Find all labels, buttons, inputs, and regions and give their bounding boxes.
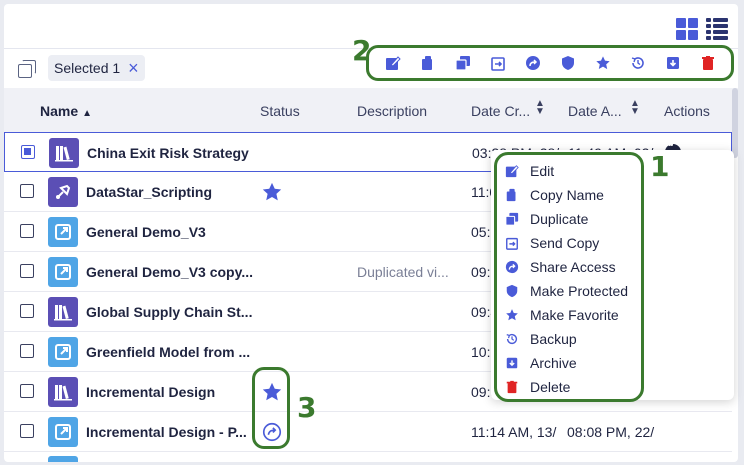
backup-icon [504, 331, 520, 347]
row-checkbox[interactable] [20, 384, 34, 398]
edit-icon[interactable] [384, 54, 402, 72]
shield-icon [504, 283, 520, 299]
library-icon [48, 377, 78, 407]
chip-close-icon[interactable]: × [128, 59, 139, 77]
row-name[interactable]: DataStar_Scripting [86, 184, 212, 200]
duplicate-icon[interactable] [454, 54, 472, 72]
archive-icon [504, 355, 520, 371]
list-view-icon[interactable] [706, 18, 728, 40]
view-toggle [676, 18, 728, 40]
row-checkbox[interactable] [21, 145, 35, 159]
callout-number: 1 [650, 150, 670, 183]
share-icon[interactable] [524, 54, 542, 72]
sort-both-icon[interactable]: ▲ ▼ [535, 99, 545, 117]
row-checkbox[interactable] [20, 344, 34, 358]
external-link-icon [48, 217, 78, 247]
external-link-icon [48, 337, 78, 367]
external-link-icon [48, 257, 78, 287]
delete-icon [504, 379, 520, 395]
menu-item-make-favorite[interactable]: Make Favorite [504, 303, 619, 327]
menu-item-label: Share Access [530, 259, 616, 275]
menu-item-label: Backup [530, 331, 577, 347]
menu-item-make-protected[interactable]: Make Protected [504, 279, 628, 303]
annotation-frame [252, 367, 290, 449]
row-name[interactable]: General Demo_V3 [86, 224, 206, 240]
column-header-date-accessed[interactable]: Date A... [568, 103, 622, 119]
menu-item-label: Copy Name [530, 187, 604, 203]
rocket-icon [48, 177, 78, 207]
table-row[interactable]: Incremental Design - P... 11:14 AM, 13/ … [4, 412, 732, 452]
callout-number: 2 [352, 34, 372, 67]
row-name[interactable]: Global Supply Chain St... [86, 304, 252, 320]
row-checkbox[interactable] [20, 264, 34, 278]
library-icon [49, 138, 79, 168]
column-header-date-created[interactable]: Date Cr... [471, 103, 530, 119]
row-name[interactable]: Greenfield Model from ... [86, 344, 250, 360]
row-name[interactable]: Incremental Design [86, 384, 215, 400]
menu-item-label: Duplicate [530, 211, 589, 227]
selected-chip: Selected 1 × [48, 55, 145, 81]
menu-item-label: Edit [530, 163, 555, 179]
copy-icon[interactable] [419, 54, 437, 72]
row-checkbox[interactable] [20, 184, 34, 198]
row-name[interactable]: General Demo_V3 copy... [86, 264, 253, 280]
share-icon [504, 259, 520, 275]
duplicate-icon [504, 211, 520, 227]
column-header-description[interactable]: Description [357, 103, 427, 119]
grid-view-icon[interactable] [676, 18, 698, 40]
vertical-scrollbar[interactable] [732, 88, 738, 158]
row-checkbox[interactable] [20, 424, 34, 438]
copy-icon [504, 187, 520, 203]
menu-item-duplicate[interactable]: Duplicate [504, 207, 588, 231]
row-date-created: 11:14 AM, 13/ [471, 424, 557, 440]
selected-chip-label: Selected 1 [54, 60, 121, 76]
row-checkbox[interactable] [20, 304, 34, 318]
edit-icon [504, 163, 520, 179]
sort-asc-icon: ▲ [82, 108, 93, 119]
library-icon [48, 297, 78, 327]
partial-row-icon [48, 456, 78, 462]
table-header: Name ▲ Status Description Date Cr... ▲ ▼ D… [4, 88, 738, 136]
menu-item-edit[interactable]: Edit [504, 159, 554, 183]
send-copy-icon[interactable] [489, 54, 507, 72]
favorite-star-icon[interactable] [261, 181, 283, 206]
menu-item-label: Delete [530, 379, 571, 395]
sort-both-icon[interactable]: ▲ ▼ [630, 99, 640, 117]
column-header-name[interactable]: Name ▲ [40, 103, 92, 119]
menu-item-share-access[interactable]: Share Access [504, 255, 616, 279]
star-icon [504, 307, 520, 323]
menu-item-backup[interactable]: Backup [504, 327, 577, 351]
menu-item-delete[interactable]: Delete [504, 375, 570, 399]
external-link-icon [48, 417, 78, 447]
row-checkbox[interactable] [20, 224, 34, 238]
menu-item-copy-name[interactable]: Copy Name [504, 183, 604, 207]
menu-item-send-copy[interactable]: Send Copy [504, 231, 599, 255]
shield-icon[interactable] [559, 54, 577, 72]
menu-item-label: Send Copy [530, 235, 600, 251]
menu-item-label: Archive [530, 355, 577, 371]
callout-number: 3 [297, 391, 317, 424]
row-name[interactable]: Incremental Design - P... [86, 424, 247, 440]
bulk-actions-toolbar [366, 45, 734, 81]
row-description: Duplicated vi... [357, 264, 449, 280]
star-icon[interactable] [594, 54, 612, 72]
menu-item-label: Make Protected [530, 283, 629, 299]
archive-icon[interactable] [664, 54, 682, 72]
select-all-icon[interactable] [18, 60, 36, 78]
column-header-actions: Actions [664, 103, 710, 119]
row-name[interactable]: China Exit Risk Strategy [87, 145, 249, 161]
send-copy-icon [504, 235, 520, 251]
menu-item-archive[interactable]: Archive [504, 351, 577, 375]
menu-item-label: Make Favorite [530, 307, 619, 323]
backup-icon[interactable] [629, 54, 647, 72]
column-header-status[interactable]: Status [260, 103, 300, 119]
delete-icon[interactable] [699, 54, 717, 72]
row-date-accessed: 08:08 PM, 22/ [567, 424, 655, 440]
